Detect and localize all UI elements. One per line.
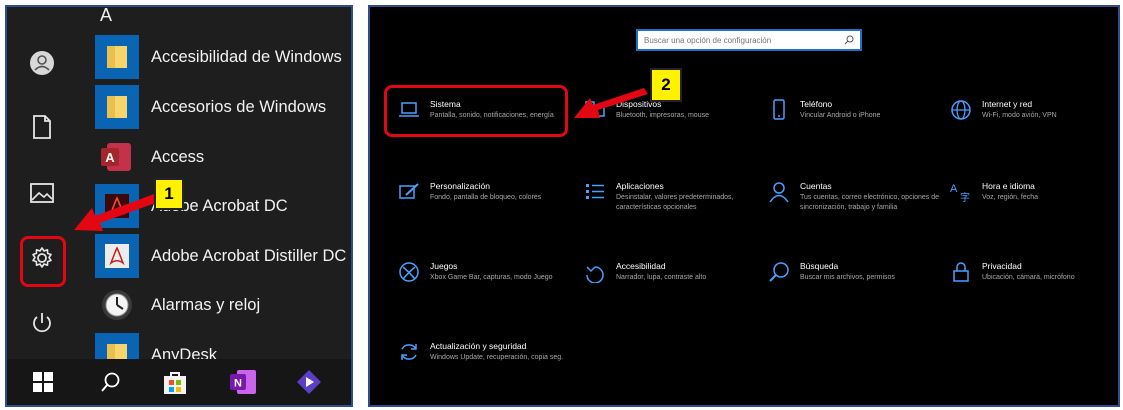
- store-icon[interactable]: [159, 366, 191, 398]
- media-player-icon[interactable]: [293, 366, 325, 398]
- alarm-clock-icon: [95, 283, 139, 327]
- settings-tile-busqueda[interactable]: Búsqueda Buscar mis archivos, permisos: [766, 259, 946, 319]
- tile-desc: Tus cuentas, correo electrónico, opcione…: [800, 194, 940, 211]
- onenote-icon[interactable]: N: [227, 366, 259, 398]
- settings-tile-actualizacion[interactable]: Actualización y seguridad Windows Update…: [396, 339, 576, 399]
- app-label: Alarmas y reloj: [151, 295, 261, 314]
- folder-icon: [95, 35, 139, 79]
- tile-title: Búsqueda: [800, 261, 839, 271]
- tile-title: Internet y red: [982, 99, 1033, 109]
- settings-tile-accesibilidad[interactable]: Accesibilidad Narrador, lupa, contraste …: [582, 259, 762, 319]
- folder-icon: [95, 333, 139, 359]
- tile-title: Privacidad: [982, 261, 1022, 271]
- paint-icon: [396, 179, 422, 205]
- svg-text:字: 字: [960, 191, 970, 203]
- settings-tile-personalizacion[interactable]: Personalización Fondo, pantalla de bloqu…: [396, 179, 576, 239]
- app-item-alarmas[interactable]: Alarmas y reloj: [95, 283, 351, 327]
- settings-tile-juegos[interactable]: Juegos Xbox Game Bar, capturas, modo Jue…: [396, 259, 576, 319]
- apps-list-icon: [582, 179, 608, 205]
- letter-header[interactable]: A: [100, 7, 112, 26]
- tile-desc: Ubicación, cámara, micrófono: [982, 274, 1075, 281]
- tile-desc: Desinstalar, valores predeterminados, ca…: [616, 194, 734, 211]
- svg-text:A: A: [950, 183, 958, 195]
- phone-icon: [766, 97, 792, 123]
- tile-desc: Narrador, lupa, contraste alto: [616, 274, 707, 281]
- app-list: A Accesibilidad de Windows Accesorios de…: [95, 7, 351, 360]
- search-icon[interactable]: [844, 35, 854, 45]
- tile-desc: Buscar mis archivos, permisos: [800, 274, 895, 281]
- settings-tile-aplicaciones[interactable]: Aplicaciones Desinstalar, valores predet…: [582, 179, 762, 239]
- tile-title: Accesibilidad: [616, 261, 666, 271]
- step-badge-1: 1: [154, 178, 184, 210]
- user-avatar-icon[interactable]: [22, 43, 62, 83]
- settings-tile-internet[interactable]: Internet y red Wi-Fi, modo avión, VPN: [948, 97, 1118, 157]
- tile-title: Actualización y seguridad: [430, 341, 527, 351]
- app-item-access[interactable]: A Access: [95, 135, 351, 179]
- highlight-box-sistema: [384, 85, 568, 137]
- search-icon[interactable]: [95, 366, 127, 398]
- app-item-anydesk[interactable]: AnyDesk: [95, 333, 351, 360]
- highlight-box-settings: [20, 236, 66, 287]
- app-label: AnyDesk: [151, 345, 218, 360]
- settings-search-box[interactable]: [636, 29, 862, 51]
- arrow-pointer-2: [574, 88, 648, 118]
- start-menu-rail: [7, 7, 77, 359]
- settings-window: Sistema Pantalla, sonido, notificaciones…: [368, 5, 1120, 407]
- update-icon: [396, 339, 422, 365]
- app-label: Accesorios de Windows: [151, 97, 327, 116]
- app-label: Adobe Acrobat Distiller DC: [151, 246, 347, 265]
- svg-text:A: A: [105, 150, 115, 165]
- settings-tile-telefono[interactable]: Teléfono Vincular Android o iPhone: [766, 97, 946, 157]
- access-icon: A: [95, 135, 139, 179]
- settings-search-input[interactable]: [644, 35, 844, 45]
- person-icon: [766, 179, 792, 205]
- tile-desc: Vincular Android o iPhone: [800, 112, 881, 119]
- settings-tile-hora-idioma[interactable]: A字 Hora e idioma Voz, región, fecha: [948, 179, 1118, 239]
- tile-desc: Xbox Game Bar, capturas, modo Juego: [430, 274, 553, 281]
- svg-text:N: N: [234, 378, 242, 390]
- tile-title: Juegos: [430, 261, 458, 271]
- app-label: Accesibilidad de Windows: [151, 47, 342, 66]
- app-label: Access: [151, 147, 205, 166]
- globe-icon: [948, 97, 974, 123]
- step-badge-2: 2: [650, 68, 682, 102]
- tile-desc: Windows Update, recuperación, copia seg.: [430, 354, 564, 361]
- settings-tile-cuentas[interactable]: Cuentas Tus cuentas, correo electrónico,…: [766, 179, 946, 239]
- lock-icon: [948, 259, 974, 285]
- app-item-accesorios[interactable]: Accesorios de Windows: [95, 85, 351, 129]
- settings-tile-privacidad[interactable]: Privacidad Ubicación, cámara, micrófono: [948, 259, 1118, 319]
- arrow-pointer-1: [74, 194, 158, 231]
- search-icon: [766, 259, 792, 285]
- taskbar: N: [7, 359, 351, 405]
- document-icon[interactable]: [22, 107, 62, 147]
- time-language-icon: A字: [948, 179, 974, 205]
- folder-icon: [95, 85, 139, 129]
- tile-title: Hora e idioma: [982, 181, 1035, 191]
- tile-title: Teléfono: [800, 99, 833, 109]
- tile-desc: Fondo, pantalla de bloqueo, colores: [430, 194, 542, 201]
- app-item-accesibilidad[interactable]: Accesibilidad de Windows: [95, 35, 351, 79]
- tile-desc: Voz, región, fecha: [982, 194, 1039, 201]
- xbox-icon: [396, 259, 422, 285]
- tile-title: Personalización: [430, 181, 491, 191]
- tile-title: Cuentas: [800, 181, 832, 191]
- pictures-icon[interactable]: [22, 173, 62, 213]
- power-icon[interactable]: [22, 303, 62, 343]
- accessibility-icon: [582, 259, 608, 285]
- tile-title: Aplicaciones: [616, 181, 664, 191]
- windows-start-icon[interactable]: [27, 366, 59, 398]
- tile-desc: Wi-Fi, modo avión, VPN: [982, 112, 1057, 119]
